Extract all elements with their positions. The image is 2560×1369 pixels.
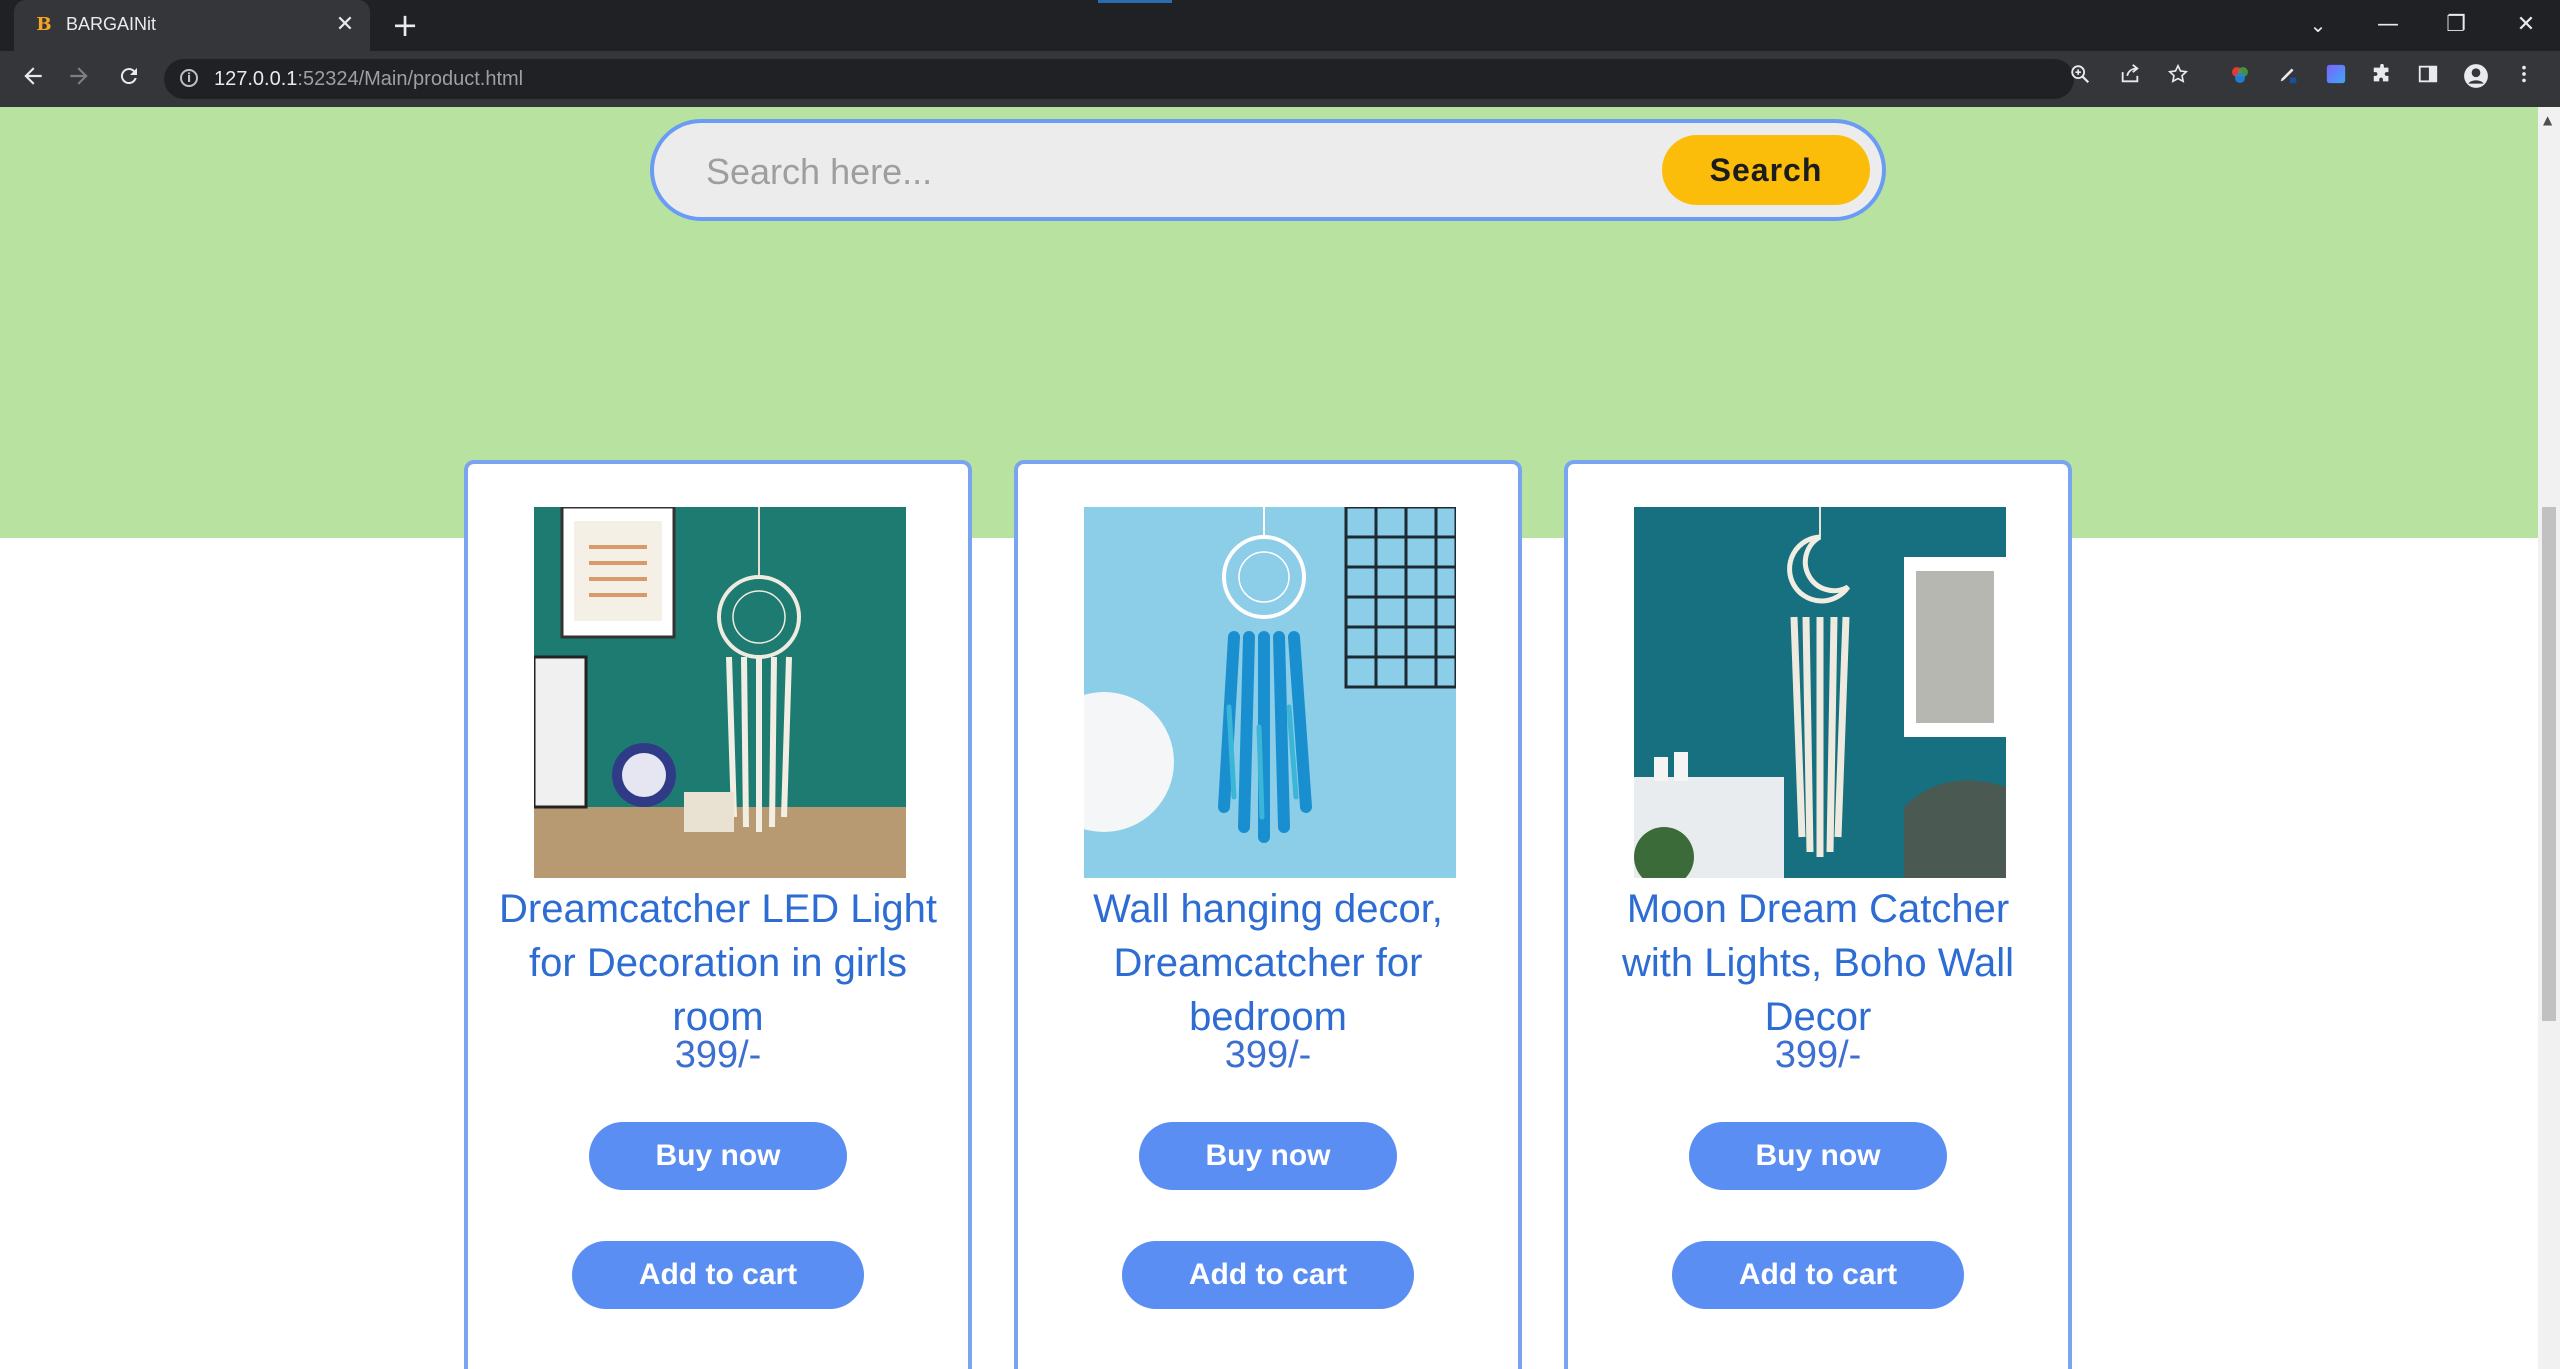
product-card: Moon Dream Catcher with Lights, Boho Wal… [1564,460,2072,1369]
product-price: 399/- [674,1034,762,1076]
browser-tab-strip: B BARGAINit ✕ + ⌄ — ❐ ✕ [0,0,2560,51]
add-to-cart-button[interactable]: Add to cart [1672,1241,1964,1309]
profile-icon[interactable] [2460,63,2492,95]
close-tab-icon[interactable]: ✕ [332,12,358,38]
page-scrollbar[interactable]: ▲ [2538,107,2560,1369]
url-text: 127.0.0.1:52324/Main/product.html [214,68,523,91]
browser-tab[interactable]: B BARGAINit ✕ [14,0,370,51]
buy-now-button[interactable]: Buy now [1139,1122,1397,1190]
url-host: 127.0.0.1 [214,68,298,90]
product-card: Wall hanging decor, Dreamcatcher for bed… [1014,460,1522,1369]
color-picker-extension-icon[interactable] [2224,63,2256,95]
product-image[interactable] [1634,507,2006,878]
forward-button[interactable] [62,63,96,97]
product-price: 399/- [1774,1034,1862,1076]
search-button[interactable]: Search [1662,135,1870,205]
browser-toolbar: i 127.0.0.1:52324/Main/product.html [0,51,2560,107]
product-image[interactable] [534,507,906,878]
star-icon[interactable] [2162,63,2194,95]
gradient-extension-icon[interactable] [2320,63,2352,95]
product-title[interactable]: Wall hanging decor, Dreamcatcher for bed… [1038,882,1498,1044]
buy-now-button[interactable]: Buy now [589,1122,847,1190]
back-button[interactable] [16,63,50,97]
add-to-cart-button[interactable]: Add to cart [1122,1241,1414,1309]
add-to-cart-button[interactable]: Add to cart [572,1241,864,1309]
tab-indicator [1098,0,1172,3]
product-price: 399/- [1224,1034,1312,1076]
search-bar: Search [650,119,1886,221]
minimize-button[interactable]: — [2368,8,2408,42]
info-icon[interactable]: i [180,69,198,87]
site-favicon-icon: B [36,14,52,35]
share-icon[interactable] [2114,63,2146,95]
reload-button[interactable] [112,63,146,97]
puzzle-icon[interactable] [2366,63,2398,95]
pen-extension-icon[interactable] [2272,63,2304,95]
buy-now-button[interactable]: Buy now [1689,1122,1947,1190]
scroll-thumb[interactable] [2542,507,2556,1021]
new-tab-button[interactable]: + [390,9,420,41]
page-viewport: Search Dreamcatcher LED Light for Decora [0,107,2538,1369]
product-title[interactable]: Dreamcatcher LED Light for Decoration in… [488,882,948,1044]
product-card: Dreamcatcher LED Light for Decoration in… [464,460,972,1369]
reload-icon [120,68,137,85]
product-title[interactable]: Moon Dream Catcher with Lights, Boho Wal… [1588,882,2048,1044]
arrow-right-icon [70,67,88,85]
side-panel-icon[interactable] [2412,63,2444,95]
window-close-button[interactable]: ✕ [2506,8,2546,42]
product-image[interactable] [1084,507,1456,878]
arrow-left-icon [24,67,42,85]
search-input[interactable] [704,143,1608,201]
kebab-menu-icon[interactable] [2508,63,2540,95]
url-path: :52324/Main/product.html [297,68,524,90]
restore-button[interactable]: ❐ [2436,8,2476,42]
scroll-up-arrow-icon[interactable]: ▲ [2543,113,2552,127]
zoom-icon[interactable] [2064,63,2096,95]
tab-title: BARGAINit [66,14,157,34]
address-bar[interactable]: i 127.0.0.1:52324/Main/product.html [164,59,2074,99]
tab-search-button[interactable]: ⌄ [2298,8,2338,42]
